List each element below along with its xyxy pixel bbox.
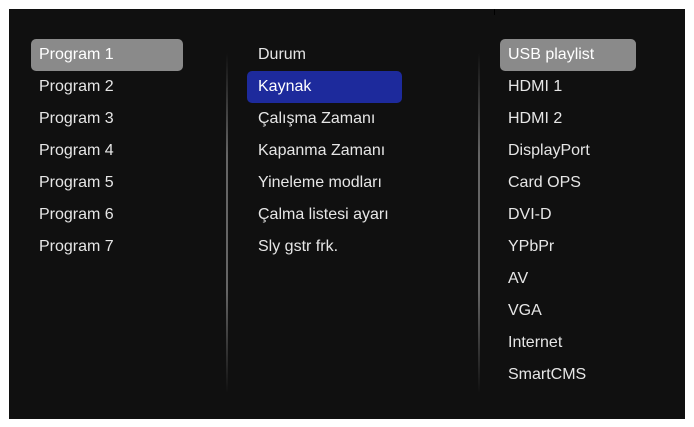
program-settings-list: Durum Kaynak Çalışma Zamanı Kapanma Zama… [247, 39, 402, 263]
column-divider [226, 53, 228, 393]
source-item-smartcms[interactable]: SmartCMS [500, 359, 636, 391]
source-item-dvi-d[interactable]: DVI-D [500, 199, 636, 231]
osd-menu-screen: Program 1 Program 2 Program 3 Program 4 … [9, 9, 685, 419]
program-item-2[interactable]: Program 2 [31, 71, 183, 103]
source-item-usb-playlist[interactable]: USB playlist [500, 39, 636, 71]
source-list: USB playlist HDMI 1 HDMI 2 DisplayPort C… [500, 39, 636, 391]
source-item-card-ops[interactable]: Card OPS [500, 167, 636, 199]
source-item-hdmi-1[interactable]: HDMI 1 [500, 71, 636, 103]
setting-item-factory-reset[interactable]: Sly gstr frk. [247, 231, 402, 263]
program-list: Program 1 Program 2 Program 3 Program 4 … [31, 39, 183, 263]
source-item-hdmi-2[interactable]: HDMI 2 [500, 103, 636, 135]
source-item-displayport[interactable]: DisplayPort [500, 135, 636, 167]
program-item-6[interactable]: Program 6 [31, 199, 183, 231]
source-item-vga[interactable]: VGA [500, 295, 636, 327]
program-item-5[interactable]: Program 5 [31, 167, 183, 199]
source-item-internet[interactable]: Internet [500, 327, 636, 359]
column-divider [478, 53, 480, 393]
setting-item-status[interactable]: Durum [247, 39, 402, 71]
source-item-ypbpr[interactable]: YPbPr [500, 231, 636, 263]
program-item-4[interactable]: Program 4 [31, 135, 183, 167]
program-item-7[interactable]: Program 7 [31, 231, 183, 263]
program-item-3[interactable]: Program 3 [31, 103, 183, 135]
setting-item-repeat-modes[interactable]: Yineleme modları [247, 167, 402, 199]
setting-item-on-time[interactable]: Çalışma Zamanı [247, 103, 402, 135]
screen-edge-mark [494, 9, 495, 15]
program-item-1[interactable]: Program 1 [31, 39, 183, 71]
source-item-av[interactable]: AV [500, 263, 636, 295]
setting-item-source[interactable]: Kaynak [247, 71, 402, 103]
setting-item-playlist-settings[interactable]: Çalma listesi ayarı [247, 199, 402, 231]
setting-item-off-time[interactable]: Kapanma Zamanı [247, 135, 402, 167]
